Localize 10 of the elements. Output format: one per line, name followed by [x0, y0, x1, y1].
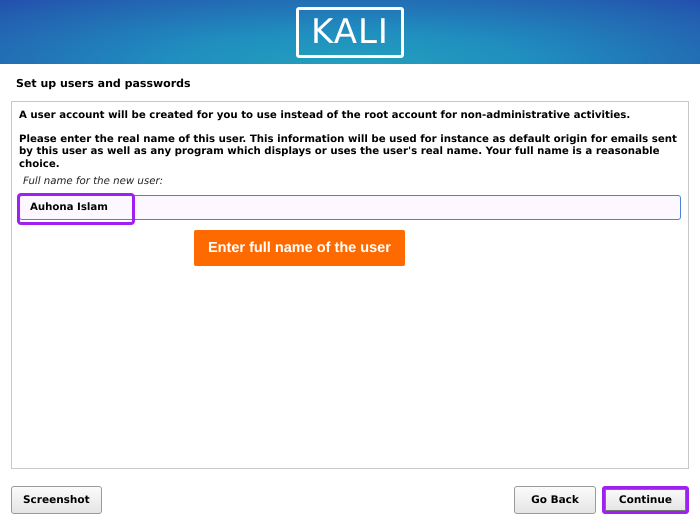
page-title: Set up users and passwords — [15, 76, 192, 92]
back-button[interactable]: Go Back — [514, 486, 596, 514]
logo: KALI — [296, 6, 404, 58]
continue-button[interactable]: Continue — [602, 486, 689, 514]
full-name-field[interactable]: Auhona Islam — [19, 195, 681, 220]
description-text: A user account will be created for you to use instead of the root account for non-administrative activities. — [19, 110, 632, 122]
field-label: Full name for the new user: — [23, 176, 164, 187]
screenshot-button[interactable]: Screenshot — [11, 486, 102, 514]
callout-label: Enter full name of the user — [194, 230, 405, 266]
description-text: Please enter the real name of this user. This information will be used for instance as default origin for emails sent by this user as well as any program which displays or uses the user's real name. Your full name is a reasonable choice. — [19, 134, 678, 171]
